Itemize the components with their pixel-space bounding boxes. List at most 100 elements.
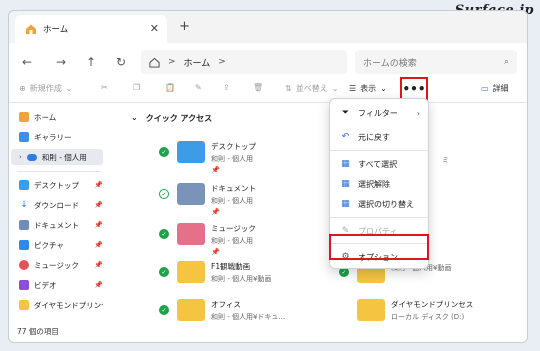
sidebar-item-downloads[interactable]: ↓ ダウンロード 📌 bbox=[19, 197, 103, 213]
tab-home[interactable]: ホーム ✕ bbox=[15, 15, 167, 43]
forward-icon[interactable]: → bbox=[51, 55, 71, 69]
sidebar-item-home[interactable]: ホーム bbox=[19, 109, 103, 125]
folder-item[interactable]: ✓ ミュージック 和則 - 個人用 📌 bbox=[159, 223, 256, 256]
undo-icon: ↶ bbox=[341, 132, 350, 142]
menu-item-select-none[interactable]: ▦ 選択解除 bbox=[330, 174, 428, 194]
folder-item[interactable]: ✓ オフィス 和則 - 個人用¥ドキュ... bbox=[159, 299, 286, 322]
sidebar-item-label: ギャラリー bbox=[34, 132, 72, 142]
pin-icon: 📌 bbox=[94, 221, 103, 229]
sync-status-icon: ✓ bbox=[159, 267, 169, 277]
sidebar-item-label: デスクトップ bbox=[34, 180, 79, 190]
folder-location: 和則 - 個人用¥動画 bbox=[211, 275, 272, 283]
sidebar-item-onedrive[interactable]: › 和則 - 個人用 bbox=[11, 149, 103, 165]
menu-item-select-all[interactable]: ▦ すべて選択 bbox=[330, 154, 428, 174]
breadcrumb-separator: > bbox=[168, 57, 176, 67]
pin-icon: 📌 bbox=[94, 201, 103, 209]
refresh-icon[interactable]: ↻ bbox=[111, 55, 131, 69]
sidebar-item-diamond-princess[interactable]: ダイヤモンドプリンセ bbox=[19, 297, 103, 313]
sidebar-item-gallery[interactable]: ギャラリー bbox=[19, 129, 103, 145]
folder-location: 和則 - 個人用 bbox=[211, 155, 253, 163]
share-icon[interactable]: ⇪ bbox=[223, 83, 230, 92]
new-label: 新規作成 bbox=[29, 84, 62, 93]
sidebar-item-music[interactable]: ミュージック 📌 bbox=[19, 257, 103, 273]
folder-item[interactable]: ダイヤモンドプリンセス ローカル ディスク (D:) bbox=[357, 299, 473, 322]
delete-icon[interactable]: 🗑 bbox=[253, 83, 263, 92]
menu-item-label: フィルター bbox=[358, 108, 398, 118]
sort-icon: ⇅ bbox=[285, 84, 292, 93]
paste-icon[interactable]: 📋 bbox=[165, 83, 175, 92]
pin-icon: 📌 bbox=[94, 181, 103, 189]
address-box[interactable]: > ホーム > bbox=[141, 50, 347, 74]
sort-label: 並べ替え bbox=[295, 84, 328, 93]
menu-item-label: 元に戻す bbox=[358, 132, 390, 142]
desktop-icon bbox=[19, 180, 29, 190]
details-pane-icon: ▭ bbox=[481, 84, 489, 93]
pin-icon: 📌 bbox=[211, 208, 220, 216]
sync-status-icon: ✓ bbox=[159, 305, 169, 315]
menu-item-label: すべて選択 bbox=[358, 159, 398, 169]
onedrive-icon bbox=[26, 153, 37, 161]
chevron-down-icon: ⌄ bbox=[380, 84, 387, 93]
menu-item-label: 選択解除 bbox=[358, 179, 390, 189]
view-button[interactable]: ☰ 表示 ⌄ bbox=[349, 83, 387, 94]
select-none-icon: ▦ bbox=[341, 179, 350, 189]
pin-icon: 📌 bbox=[94, 261, 103, 269]
sync-status-icon: ✓ bbox=[159, 229, 169, 239]
sort-button[interactable]: ⇅ 並べ替え ⌄ bbox=[285, 83, 338, 94]
rename-icon[interactable]: ✎ bbox=[195, 83, 202, 92]
chevron-down-icon: ⌄ bbox=[331, 84, 339, 93]
sidebar-item-label: ドキュメント bbox=[34, 220, 79, 230]
sidebar-item-documents[interactable]: ドキュメント 📌 bbox=[19, 217, 103, 233]
select-all-icon: ▦ bbox=[341, 159, 350, 169]
new-tab-button[interactable]: + bbox=[179, 19, 190, 34]
cut-icon[interactable]: ✂ bbox=[101, 83, 108, 92]
sidebar-item-videos[interactable]: ビデオ 📌 bbox=[19, 277, 103, 293]
folder-item[interactable]: ✓ デスクトップ 和則 - 個人用 📌 bbox=[159, 141, 256, 174]
section-title: クイック アクセス bbox=[145, 114, 213, 123]
breadcrumb-home[interactable]: ホーム bbox=[184, 56, 211, 69]
tab-bar: ホーム ✕ + bbox=[9, 11, 527, 43]
filter-icon: ⏷ bbox=[341, 108, 350, 118]
download-icon: ↓ bbox=[19, 200, 29, 210]
quick-access-header[interactable]: ⌄ クイック アクセス bbox=[131, 113, 212, 124]
menu-item-invert-selection[interactable]: ▦ 選択の切り替え bbox=[330, 194, 428, 214]
home-icon bbox=[149, 57, 160, 68]
menu-item-filter[interactable]: ⏷ フィルター › bbox=[330, 103, 428, 123]
home-icon bbox=[26, 24, 36, 34]
up-icon[interactable]: ↑ bbox=[81, 55, 101, 69]
options-highlight-box bbox=[329, 234, 429, 260]
sidebar-item-label: ダイヤモンドプリンセ bbox=[33, 300, 103, 310]
folder-icon bbox=[177, 299, 205, 321]
sync-status-icon: ✓ bbox=[159, 189, 169, 199]
folder-location: 和則 - 個人用¥ドキュ... bbox=[211, 313, 286, 321]
status-bar-count: 77 個の項目 bbox=[17, 327, 59, 336]
folder-location: 和則 - 個人用 bbox=[211, 237, 253, 245]
folder-name: ダイヤモンドプリンセス bbox=[391, 300, 474, 309]
desktop-folder-icon bbox=[177, 141, 205, 163]
main-content: ⌄ クイック アクセス ✓ デスクトップ 和則 - 個人用 📌 ✓ ドキュメント 和則 … bbox=[109, 103, 527, 328]
details-button[interactable]: ▭ 詳細 bbox=[481, 83, 509, 94]
back-icon[interactable]: ← bbox=[17, 55, 37, 69]
folder-name: ミュージック bbox=[211, 224, 256, 233]
pin-icon: 📌 bbox=[94, 281, 103, 289]
pin-icon: 📌 bbox=[211, 248, 220, 256]
sidebar-item-desktop[interactable]: デスクトップ 📌 bbox=[19, 177, 103, 193]
menu-item-label: 選択の切り替え bbox=[358, 199, 414, 209]
search-input[interactable]: ホームの検索 ⌕ bbox=[355, 50, 517, 74]
folder-location: ローカル ディスク (D:) bbox=[391, 313, 465, 321]
folder-item[interactable]: ✓ ドキュメント 和則 - 個人用 📌 bbox=[159, 183, 256, 216]
chevron-right-icon: › bbox=[19, 153, 22, 161]
picture-icon bbox=[19, 240, 29, 250]
sidebar-item-pictures[interactable]: ピクチャ 📌 bbox=[19, 237, 103, 253]
close-tab-icon[interactable]: ✕ bbox=[150, 22, 159, 35]
sidebar-item-label: ミュージック bbox=[34, 260, 79, 270]
chevron-down-icon: ⌄ bbox=[131, 113, 138, 122]
new-button[interactable]: ⊕ 新規作成 ⌄ bbox=[19, 83, 72, 94]
folder-name: ドキュメント bbox=[211, 184, 256, 193]
explorer-window: ホーム ✕ + ← → ↑ ↻ > ホーム > ホームの検索 ⌕ ⊕ 新規作成 ⌄ … bbox=[8, 10, 528, 343]
sidebar-item-label: ビデオ bbox=[34, 280, 57, 290]
menu-item-undo[interactable]: ↶ 元に戻す bbox=[330, 127, 428, 147]
copy-icon[interactable]: ❐ bbox=[133, 83, 140, 92]
sidebar-item-label: 和則 - 個人用 bbox=[41, 152, 87, 162]
folder-item[interactable]: ✓ F1観戦動画 和則 - 個人用¥動画 bbox=[159, 261, 272, 284]
